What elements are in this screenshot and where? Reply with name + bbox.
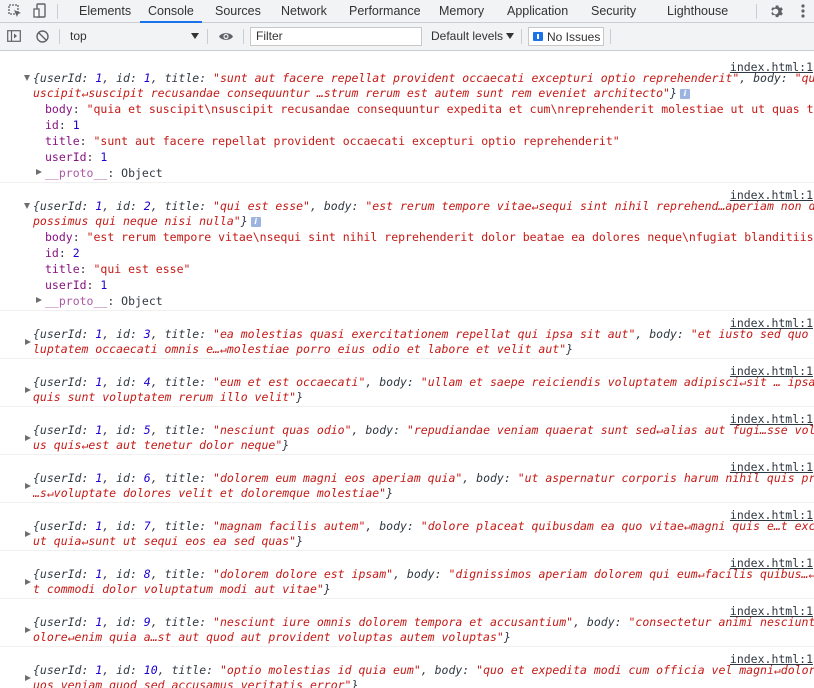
property-body: body: "quia et suscipit\nsuscipit recusa… bbox=[45, 102, 814, 116]
inspect-element-icon[interactable] bbox=[6, 0, 24, 22]
object-summary-line[interactable]: {userId: 1, id: 6, title: "dolorem eum m… bbox=[33, 471, 814, 485]
object-summary-line[interactable]: uscipit↵suscipit recusandae consequuntur… bbox=[33, 86, 814, 100]
tab-sources[interactable]: Sources bbox=[215, 0, 261, 22]
issues-button[interactable]: No Issues bbox=[528, 27, 604, 46]
property-title: title: "sunt aut facere repellat provide… bbox=[45, 134, 620, 148]
property-userid: userId: 1 bbox=[45, 278, 108, 292]
property-userid: userId: 1 bbox=[45, 150, 108, 164]
object-summary-line[interactable]: {userId: 1, id: 5, title: "nesciunt quas… bbox=[33, 423, 814, 437]
object-summary-line[interactable]: {userId: 1, id: 4, title: "eum et est oc… bbox=[33, 375, 814, 389]
tab-memory[interactable]: Memory bbox=[439, 0, 484, 22]
clear-console-icon[interactable] bbox=[33, 25, 51, 47]
object-summary-line[interactable]: {userId: 1, id: 2, title: "qui est esse"… bbox=[33, 199, 814, 213]
tab-performance[interactable]: Performance bbox=[349, 0, 421, 22]
console-message: index.html:1 {userId: 1, id: 3, title: "e… bbox=[0, 311, 814, 359]
property-title: title: "qui est esse" bbox=[45, 262, 191, 276]
console-message: index.html:1 {userId: 1, id: 5, title: "n… bbox=[0, 407, 814, 455]
expand-triangle-right-icon[interactable] bbox=[25, 387, 31, 393]
tab-elements[interactable]: Elements bbox=[79, 0, 131, 22]
tab-network[interactable]: Network bbox=[281, 0, 327, 22]
property-proto[interactable]: __proto__: Object bbox=[45, 294, 163, 308]
sidebar-toggle-icon[interactable] bbox=[5, 25, 23, 47]
tab-application[interactable]: Application bbox=[507, 0, 568, 22]
object-summary-line[interactable]: olore↵enim quia a…st aut quod aut provid… bbox=[33, 630, 814, 644]
object-summary-line[interactable]: {userId: 1, id: 10, title: "optio molest… bbox=[33, 663, 814, 677]
console-message: index.html:1 {userId: 1, id: 2, title: "q… bbox=[0, 183, 814, 311]
filter-input[interactable]: Filter bbox=[250, 27, 422, 46]
object-summary-line[interactable]: ut quia↵sunt ut sequi eos ea sed quas"} bbox=[33, 534, 814, 548]
object-summary-line[interactable]: possimus qui neque nisi nulla"} i bbox=[33, 214, 814, 228]
issues-icon bbox=[533, 32, 543, 41]
expand-triangle-right-icon[interactable] bbox=[25, 627, 31, 633]
device-toolbar-icon[interactable] bbox=[31, 0, 49, 22]
issues-label: No Issues bbox=[547, 29, 601, 44]
object-summary-line[interactable]: uos veniam quod sed accusamus veritatis … bbox=[33, 678, 814, 688]
object-summary-line[interactable]: t commodi dolor voluptatum modi aut vita… bbox=[33, 582, 814, 596]
object-summary-line[interactable]: {userId: 1, id: 1, title: "sunt aut face… bbox=[33, 71, 814, 85]
console-message: index.html:1 {userId: 1, id: 1, title: "s… bbox=[0, 55, 814, 183]
object-summary-line[interactable]: {userId: 1, id: 9, title: "nesciunt iure… bbox=[33, 615, 814, 629]
console-toolbar: top Filter Default levels No Issues bbox=[0, 23, 814, 51]
proto-expand-triangle-icon[interactable] bbox=[36, 297, 42, 303]
expand-triangle-right-icon[interactable] bbox=[25, 435, 31, 441]
object-summary-line[interactable]: …s↵voluptate dolores velit et doloremque… bbox=[33, 486, 814, 500]
expand-triangle-right-icon[interactable] bbox=[25, 579, 31, 585]
devtools-tab-bar: Elements Console Sources Network Perform… bbox=[0, 0, 814, 23]
expand-triangle-right-icon[interactable] bbox=[25, 531, 31, 537]
console-message: index.html:1 {userId: 1, id: 4, title: "e… bbox=[0, 359, 814, 407]
expand-triangle-right-icon[interactable] bbox=[25, 675, 31, 681]
tab-console[interactable]: Console bbox=[140, 0, 202, 23]
chevron-down-icon[interactable] bbox=[189, 25, 201, 47]
console-message: index.html:1 {userId: 1, id: 7, title: "m… bbox=[0, 503, 814, 551]
live-expression-eye-icon[interactable] bbox=[216, 25, 236, 47]
proto-expand-triangle-icon[interactable] bbox=[36, 169, 42, 175]
console-message: index.html:1 {userId: 1, id: 9, title: "n… bbox=[0, 599, 814, 647]
more-options-icon[interactable] bbox=[796, 0, 810, 22]
object-summary-line[interactable]: {userId: 1, id: 3, title: "ea molestias … bbox=[33, 327, 814, 341]
object-summary-line[interactable]: quis sunt voluptatem rerum illo velit"} bbox=[33, 390, 814, 404]
object-summary-line[interactable]: {userId: 1, id: 7, title: "magnam facili… bbox=[33, 519, 814, 533]
log-levels-dropdown[interactable]: Default levels bbox=[431, 23, 503, 50]
levels-chevron-down-icon[interactable] bbox=[505, 25, 515, 47]
info-icon: i bbox=[250, 216, 261, 227]
object-summary-line[interactable]: {userId: 1, id: 8, title: "dolorem dolor… bbox=[33, 567, 814, 581]
console-messages: index.html:1 {userId: 1, id: 1, title: "s… bbox=[0, 51, 814, 688]
expand-triangle-right-icon[interactable] bbox=[25, 339, 31, 345]
info-icon: i bbox=[679, 88, 690, 99]
console-message: index.html:1 {userId: 1, id: 6, title: "d… bbox=[0, 455, 814, 503]
expand-triangle-down-icon[interactable] bbox=[24, 75, 30, 81]
context-selector[interactable]: top bbox=[70, 23, 87, 50]
expand-triangle-right-icon[interactable] bbox=[25, 483, 31, 489]
property-proto[interactable]: __proto__: Object bbox=[45, 166, 163, 180]
tab-lighthouse[interactable]: Lighthouse bbox=[667, 0, 728, 22]
object-summary-line[interactable]: luptatem occaecati omnis e…↵molestiae po… bbox=[33, 342, 814, 356]
console-message: index.html:1 {userId: 1, id: 8, title: "d… bbox=[0, 551, 814, 599]
console-message: index.html:1 {userId: 1, id: 10, title: "… bbox=[0, 647, 814, 688]
expand-triangle-down-icon[interactable] bbox=[24, 203, 30, 209]
property-id: id: 1 bbox=[45, 118, 80, 132]
property-body: body: "est rerum tempore vitae\nsequi si… bbox=[45, 230, 814, 244]
object-summary-line[interactable]: us quis↵est aut tenetur dolor neque"} bbox=[33, 438, 814, 452]
tab-security[interactable]: Security bbox=[591, 0, 636, 22]
property-id: id: 2 bbox=[45, 246, 80, 260]
settings-gear-icon[interactable] bbox=[766, 0, 784, 22]
